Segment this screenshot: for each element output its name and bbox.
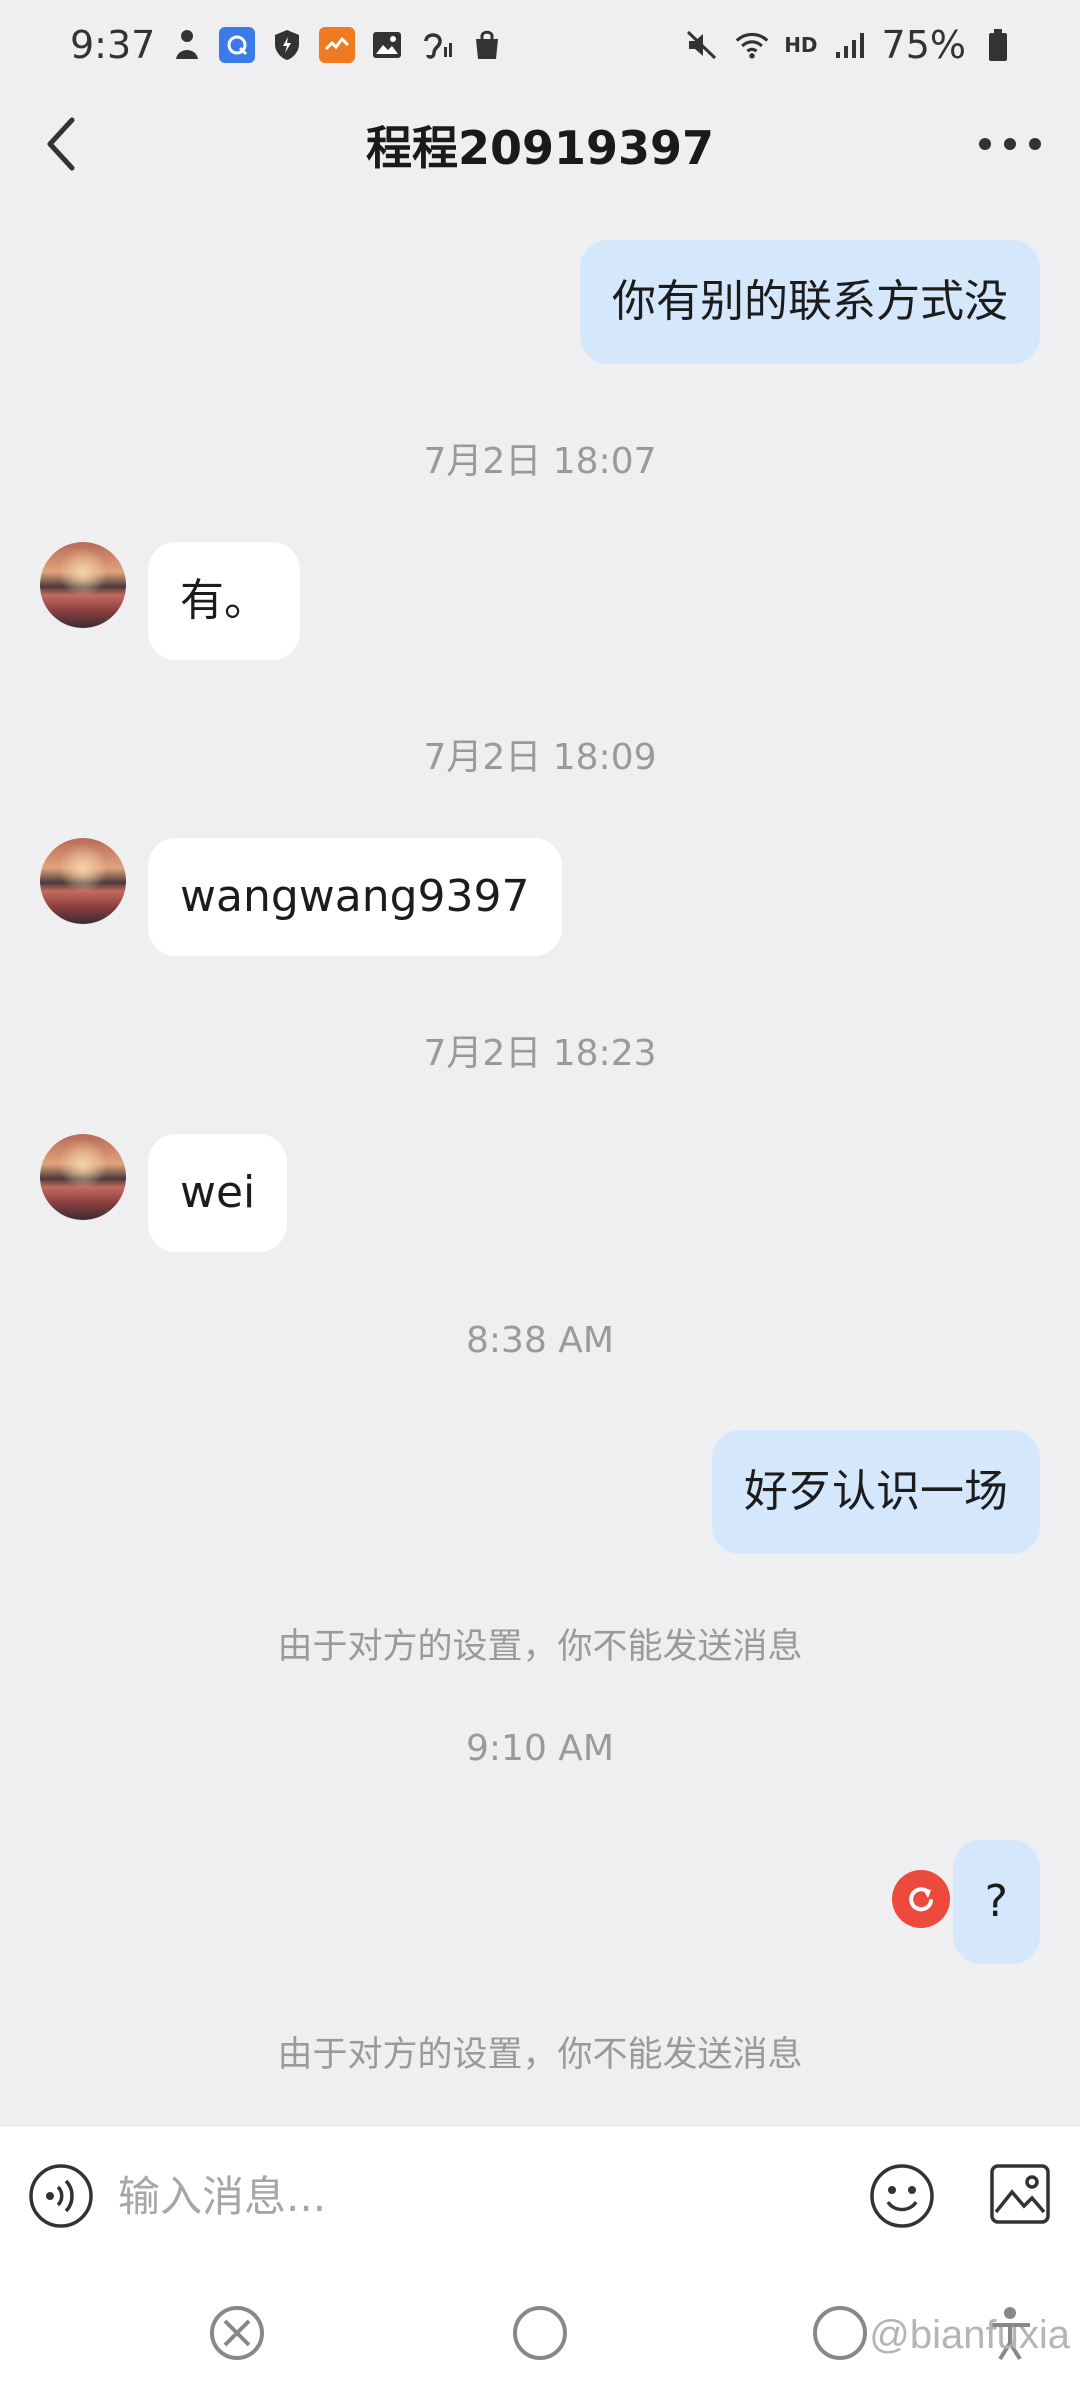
timestamp: 8:38 AM xyxy=(466,1320,614,1361)
contact-avatar[interactable] xyxy=(40,1134,126,1220)
resend-icon[interactable] xyxy=(892,1870,950,1928)
nav-assistant-button[interactable] xyxy=(810,2303,870,2363)
signal-icon xyxy=(832,27,868,63)
emoji-button[interactable] xyxy=(868,2162,936,2230)
timestamp: 7月2日 18:23 xyxy=(423,1033,657,1074)
timestamp: 7月2日 18:07 xyxy=(423,441,657,482)
battery-percent: 75% xyxy=(881,23,966,67)
contact-avatar[interactable] xyxy=(40,838,126,924)
shopping-bag-icon xyxy=(469,27,505,63)
battery-icon xyxy=(980,27,1016,63)
gallery-icon xyxy=(369,27,405,63)
message-text: 好歹认识一场 xyxy=(744,1466,1008,1517)
sent-message-bubble[interactable]: 你有别的联系方式没 xyxy=(580,240,1040,364)
received-message-bubble[interactable]: wangwang9397 xyxy=(148,838,562,956)
system-notice: 由于对方的设置，你不能发送消息 xyxy=(277,2035,803,2075)
back-arrow-icon xyxy=(47,117,75,171)
chat-history: 你有别的联系方式没 7月2日 18:07 有。 7月2日 18:09 wangw… xyxy=(0,200,1080,2125)
message-text: wangwang9397 xyxy=(180,871,530,922)
image-icon xyxy=(990,2164,1050,2224)
contact-avatar[interactable] xyxy=(40,542,126,628)
clock-time: 9:37 xyxy=(70,23,156,67)
status-right: HD 75% xyxy=(684,23,1016,67)
message-text: wei xyxy=(180,1167,256,1218)
message-text: 有。 xyxy=(180,575,268,626)
system-notice: 由于对方的设置，你不能发送消息 xyxy=(277,1627,803,1667)
message-input[interactable] xyxy=(118,2156,838,2236)
orange-app-icon xyxy=(319,27,356,63)
voice-input-button[interactable] xyxy=(28,2163,94,2229)
person-notification-icon xyxy=(169,27,205,63)
received-message-bubble[interactable]: 有。 xyxy=(148,542,300,660)
watermark: @bianfuxia xyxy=(869,2313,1070,2357)
received-message-bubble[interactable]: wei xyxy=(148,1134,288,1252)
message-text: ? xyxy=(984,1876,1008,1927)
image-button[interactable] xyxy=(988,2162,1052,2226)
hd-label: HD xyxy=(784,33,818,57)
message-input-bar xyxy=(0,2125,1080,2265)
timestamp: 9:10 AM xyxy=(466,1728,614,1769)
message-text: 你有别的联系方式没 xyxy=(612,276,1008,327)
voice-icon xyxy=(29,2164,93,2228)
emoji-icon xyxy=(870,2164,934,2228)
wifi-icon xyxy=(734,27,770,63)
nav-home-button[interactable] xyxy=(510,2303,570,2363)
timestamp: 7月2日 18:09 xyxy=(423,737,657,778)
sent-message-bubble[interactable]: 好歹认识一场 xyxy=(712,1430,1040,1554)
assistant-icon xyxy=(813,2306,867,2360)
home-circle-icon xyxy=(513,2306,567,2360)
more-dots-icon xyxy=(979,138,1041,150)
system-nav-bar: @bianfuxia xyxy=(0,2265,1080,2400)
mute-icon xyxy=(684,27,720,63)
q-app-icon xyxy=(219,27,256,63)
chat-header: 程程20919397 xyxy=(0,90,1080,200)
more-options-button[interactable] xyxy=(970,112,1050,176)
hearing-icon xyxy=(419,27,455,63)
nav-close-button[interactable] xyxy=(207,2303,267,2363)
sent-message-bubble[interactable]: ? xyxy=(952,1840,1040,1964)
page-title: 程程20919397 xyxy=(365,121,715,175)
status-bar: 9:37 HD 75% xyxy=(0,0,1080,90)
close-circle-icon xyxy=(210,2306,264,2360)
status-left: 9:37 xyxy=(70,23,505,67)
back-button[interactable] xyxy=(30,112,94,176)
shield-icon xyxy=(269,27,305,63)
